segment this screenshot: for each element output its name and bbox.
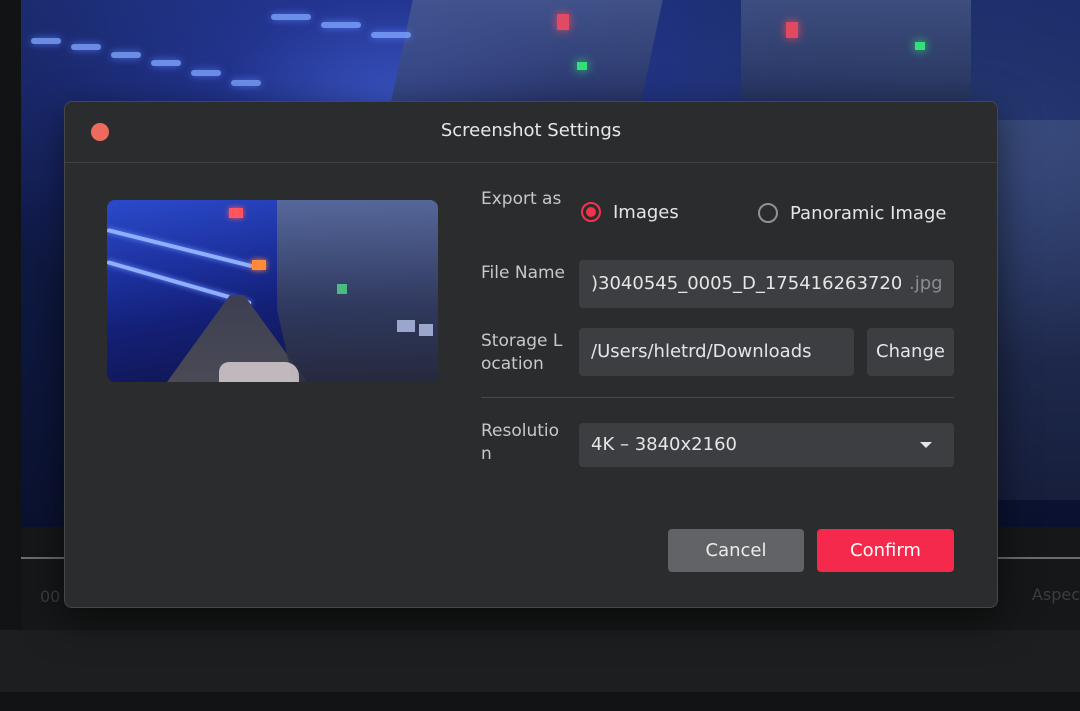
screenshot-thumbnail [107,200,438,382]
file-name-value: )3040545_0005_D_1754162637200 [591,273,901,294]
radio-panoramic-image-label[interactable]: Panoramic Image [790,203,946,224]
bottom-strip [0,692,1080,711]
form-divider [481,397,954,398]
dialog-title: Screenshot Settings [440,120,622,141]
file-extension: .jpg [909,273,943,294]
timecode-label: 00 [40,587,61,606]
resolution-dropdown[interactable]: 4K – 3840x2160 [579,423,954,467]
cancel-button[interactable]: Cancel [668,529,804,572]
aspect-ratio-label: Aspec [1031,585,1080,604]
confirm-button[interactable]: Confirm [817,529,954,572]
screenshot-settings-dialog: Screenshot Settings Export as Images Pan… [64,101,998,608]
change-location-button[interactable]: Change [867,328,954,376]
radio-images[interactable] [581,202,601,222]
storage-location-label: Storage Location [481,331,563,374]
app-window: 00 Aspec Screenshot Settings Export as I… [0,0,1080,711]
resolution-value: 4K – 3840x2160 [591,434,737,455]
export-as-label: Export as [481,189,562,209]
chevron-down-icon [920,442,932,448]
radio-images-label[interactable]: Images [613,202,679,223]
left-edge-panel [0,0,21,711]
file-name-label: File Name [481,263,566,283]
radio-panoramic-image[interactable] [758,203,778,223]
storage-location-field: /Users/hletrd/Downloads [579,328,854,376]
file-name-input[interactable]: )3040545_0005_D_1754162637200 .jpg [579,260,954,308]
bottom-toolbar [0,630,1080,692]
storage-path: /Users/hletrd/Downloads [591,341,812,362]
dialog-header: Screenshot Settings [65,102,997,163]
resolution-label: Resolution [481,421,560,464]
